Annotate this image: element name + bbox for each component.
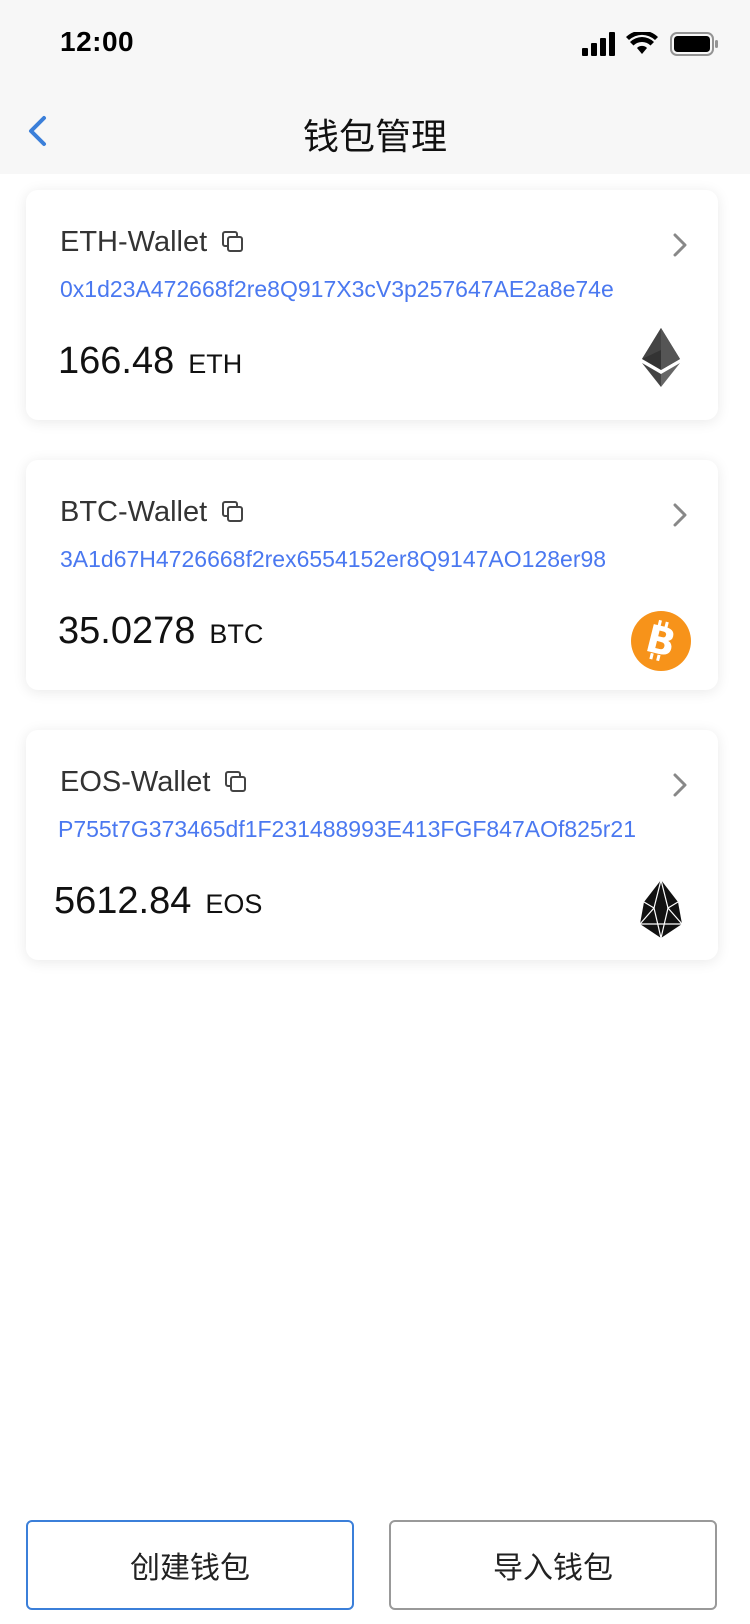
create-wallet-button[interactable]: 创建钱包 [26, 1520, 354, 1610]
balance-amount: 35.0278 [58, 610, 196, 652]
status-time: 12:00 [60, 26, 135, 57]
ethereum-icon [642, 328, 680, 387]
page-title: 钱包管理 [302, 116, 447, 157]
import-wallet-button[interactable]: 导入钱包 [389, 1520, 717, 1610]
chevron-right-icon [673, 773, 687, 797]
status-icons [582, 30, 722, 60]
wallet-address: 3A1d67H4726668f2rex6554152er8Q9147AO128e… [60, 546, 607, 572]
wallet-card-eos[interactable]: EOS-Wallet P755t7G373465df1F231488993E41… [26, 730, 718, 960]
chevron-right-icon [673, 503, 687, 527]
wallet-balance: 166.48 ETH [58, 340, 242, 383]
wallet-name: EOS-Wallet [60, 765, 211, 798]
copy-icon[interactable] [221, 230, 245, 254]
eos-icon [639, 879, 683, 939]
balance-unit: BTC [209, 619, 264, 649]
balance-unit: EOS [205, 889, 263, 919]
wallet-card-eth[interactable]: ETH-Wallet 0x1d23A472668f2re8Q917X3cV3p2… [26, 190, 718, 420]
signal-icon [582, 32, 615, 56]
bitcoin-icon: B [631, 611, 691, 671]
wifi-icon [626, 32, 658, 54]
copy-icon[interactable] [224, 770, 248, 794]
battery-icon [670, 32, 718, 56]
copy-icon[interactable] [221, 500, 245, 524]
wallet-name: BTC-Wallet [60, 495, 208, 528]
balance-amount: 5612.84 [54, 880, 192, 922]
status-bar: 12:00 [0, 0, 750, 88]
wallet-balance: 35.0278 BTC [58, 610, 263, 653]
wallet-address: P755t7G373465df1F231488993E413FGF847AOf8… [58, 816, 636, 842]
wallet-address: 0x1d23A472668f2re8Q917X3cV3p257647AE2a8e… [60, 276, 614, 302]
balance-amount: 166.48 [58, 340, 175, 382]
wallet-name-row: BTC-Wallet [60, 492, 245, 532]
wallet-name: ETH-Wallet [60, 225, 208, 258]
wallet-name-row: ETH-Wallet [60, 222, 245, 262]
balance-unit: ETH [188, 349, 243, 379]
wallet-card-btc[interactable]: BTC-Wallet 3A1d67H4726668f2rex6554152er8… [26, 460, 718, 690]
chevron-right-icon [673, 233, 687, 257]
wallet-name-row: EOS-Wallet [60, 762, 248, 802]
wallet-balance: 5612.84 EOS [54, 880, 262, 923]
nav-bar: 钱包管理 [0, 88, 750, 174]
